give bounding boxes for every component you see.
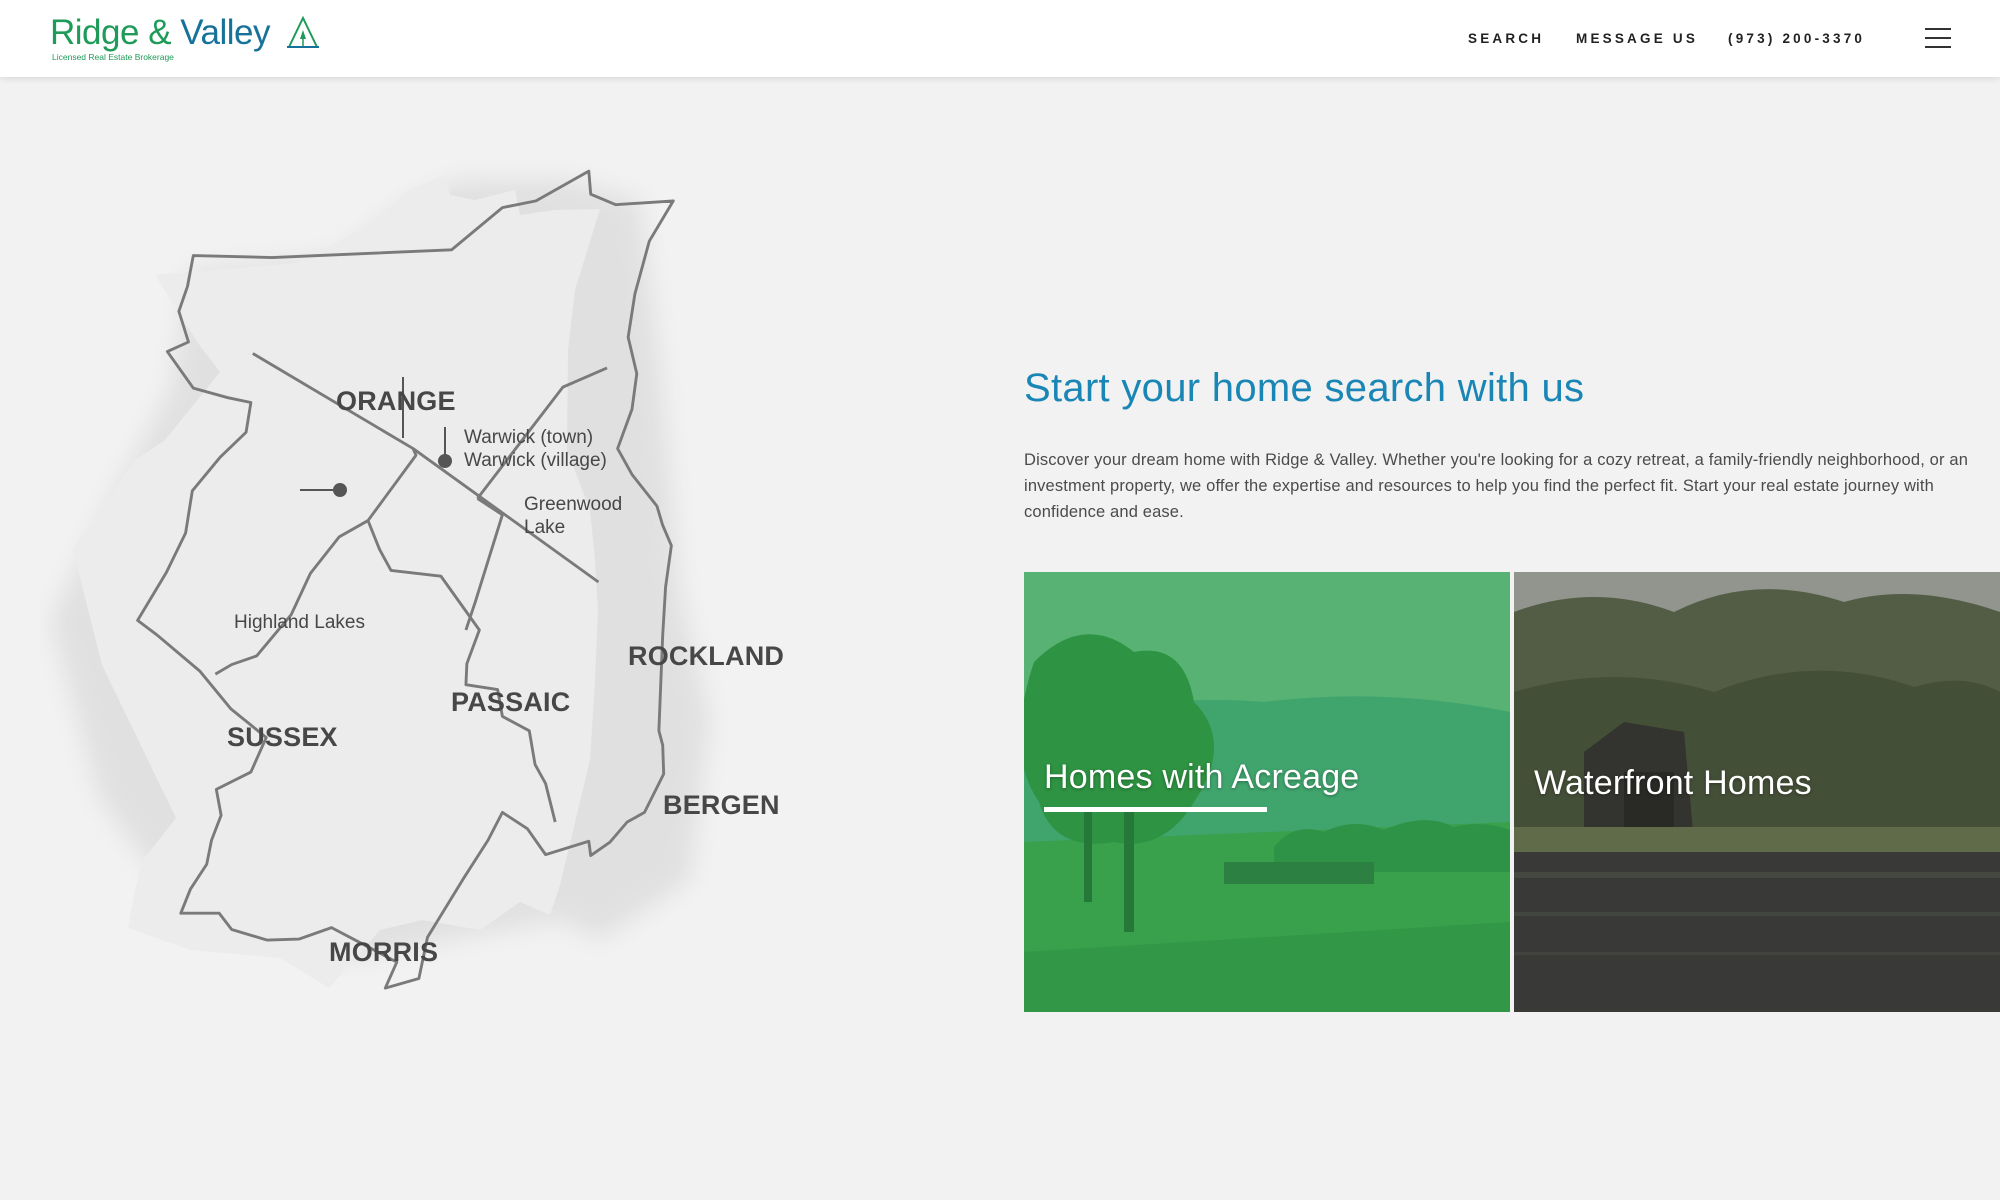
county-label-orange[interactable]: ORANGE [336,386,456,417]
brand-tagline: Licensed Real Estate Brokerage [52,52,174,62]
brand-name-valley: Valley [180,13,271,52]
brand-name-ridge: Ridge [50,13,139,52]
county-label-bergen[interactable]: BERGEN [663,790,780,821]
brand-logo[interactable]: Ridge & Valley Licensed Real Estate Brok… [50,14,330,64]
county-label-sussex[interactable]: SUSSEX [227,722,338,753]
card-title-waterfront: Waterfront Homes [1534,764,1812,802]
card-active-underline [1044,807,1267,812]
mountain-logo-icon [287,16,319,48]
category-card-waterfront[interactable]: Waterfront Homes [1514,572,2000,1012]
county-map: ORANGE SUSSEX PASSAIC ROCKLAND BERGEN MO… [40,160,900,1120]
place-label-warwick-town[interactable]: Warwick (town) [464,426,593,449]
brand-wordmark: Ridge & Valley [50,13,271,52]
place-label-highland-lakes[interactable]: Highland Lakes [234,611,365,634]
place-label-warwick-village[interactable]: Warwick (village) [464,449,607,472]
county-label-morris[interactable]: MORRIS [329,937,438,968]
county-label-passaic[interactable]: PASSAIC [451,687,570,718]
place-label-greenwood-lake-line2[interactable]: Lake [524,516,565,539]
card-title-acreage: Homes with Acreage [1044,758,1360,796]
site-header: Ridge & Valley Licensed Real Estate Brok… [0,0,2000,77]
nav-phone-link[interactable]: (973) 200-3370 [1728,31,1865,46]
hamburger-menu-icon[interactable] [1925,28,1951,48]
place-label-greenwood-lake[interactable]: Greenwood [524,493,622,516]
county-label-rockland[interactable]: ROCKLAND [628,641,784,672]
brand-name-amp: & [148,13,172,52]
intro-paragraph: Discover your dream home with Ridge & Va… [1024,451,1969,521]
county-map-graphic [50,169,710,990]
category-card-acreage[interactable]: Homes with Acreage [1024,572,1510,1012]
page-title: Start your home search with us [1024,366,1585,410]
nav-message-link[interactable]: MESSAGE US [1576,31,1698,46]
nav-search-link[interactable]: SEARCH [1468,31,1544,46]
